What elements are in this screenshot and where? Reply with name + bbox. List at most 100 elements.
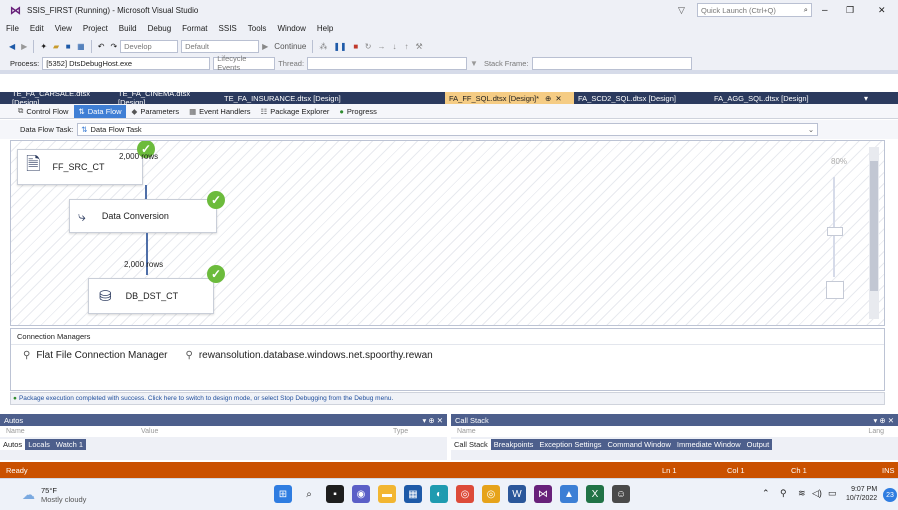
- menu-edit[interactable]: Edit: [30, 24, 44, 33]
- step-into-icon[interactable]: ↓: [388, 39, 400, 54]
- platform-dropdown[interactable]: Default: [181, 40, 260, 53]
- usb-icon[interactable]: ⚲: [780, 488, 787, 499]
- fit-to-window-icon[interactable]: [826, 281, 844, 299]
- data-flow-canvas[interactable]: 🗎 FF_SRC_CT ✓ 2,000 rows ⤷ Data Conversi…: [10, 140, 885, 326]
- tab-call-stack[interactable]: Call Stack: [451, 439, 491, 450]
- notification-badge[interactable]: 23: [883, 488, 897, 502]
- chrome-icon[interactable]: ◎: [456, 485, 474, 503]
- menu-help[interactable]: Help: [317, 24, 333, 33]
- pause-icon[interactable]: ❚❚: [330, 39, 349, 54]
- tab-package-explorer[interactable]: ☷ Package Explorer: [256, 105, 333, 118]
- process-dropdown[interactable]: [5352] DtsDebugHost.exe: [42, 56, 211, 70]
- forward-icon[interactable]: ▶: [18, 39, 30, 54]
- doc-tab-insurance[interactable]: TE_FA_INSURANCE.dtsx [Design]: [220, 92, 445, 104]
- tab-breakpoints[interactable]: Breakpoints: [490, 439, 537, 450]
- new-project-icon[interactable]: ✦: [37, 39, 50, 54]
- quick-launch-input[interactable]: Quick Launch (Ctrl+Q) ⌕: [697, 3, 812, 17]
- execution-status-bar[interactable]: ● Package execution completed with succe…: [10, 392, 885, 405]
- menu-project[interactable]: Project: [83, 24, 108, 33]
- word-icon[interactable]: W: [508, 485, 526, 503]
- menu-format[interactable]: Format: [182, 24, 207, 33]
- start-icon[interactable]: ⊞: [274, 485, 292, 503]
- tab-data-flow[interactable]: ⇅ Data Flow: [74, 104, 126, 118]
- minimize-button[interactable]: –: [822, 5, 828, 16]
- menu-ssis[interactable]: SSIS: [219, 24, 237, 33]
- doc-tab-scd2[interactable]: FA_SCD2_SQL.dtsx [Design]: [574, 92, 710, 104]
- chat-icon[interactable]: ◉: [352, 485, 370, 503]
- menu-debug[interactable]: Debug: [148, 24, 172, 33]
- tab-event-handlers[interactable]: ▦ Event Handlers: [185, 105, 254, 118]
- step-out-icon[interactable]: ↑: [400, 39, 412, 54]
- tab-watch1[interactable]: Watch 1: [52, 439, 87, 450]
- edge-icon[interactable]: ◐: [430, 485, 448, 503]
- menu-view[interactable]: View: [55, 24, 72, 33]
- lifecycle-events-dropdown[interactable]: Lifecycle Events: [213, 54, 276, 72]
- panel-controls-icon[interactable]: ▾ ⊕ ✕: [422, 416, 443, 425]
- tools-icon[interactable]: ⚒: [412, 39, 425, 54]
- search-icon[interactable]: ⌕: [300, 485, 318, 503]
- configuration-dropdown[interactable]: Develop: [120, 40, 179, 53]
- pin-icon[interactable]: ⊕: [545, 94, 551, 103]
- store-icon[interactable]: ▦: [404, 485, 422, 503]
- chevron-up-icon[interactable]: ⌃: [762, 488, 770, 499]
- doc-tab-carsale[interactable]: TE_FA_CARSALE.dtsx [Design]: [8, 89, 114, 107]
- tab-progress[interactable]: ● Progress: [335, 105, 381, 118]
- panel-controls-icon[interactable]: ▾ ⊕ ✕: [873, 416, 894, 425]
- tab-command-window[interactable]: Command Window: [604, 439, 674, 450]
- menu-tools[interactable]: Tools: [248, 24, 267, 33]
- open-icon[interactable]: ▰: [50, 39, 62, 54]
- tab-locals[interactable]: Locals: [25, 439, 53, 450]
- connection-flat-file[interactable]: Flat File Connection Manager: [36, 350, 167, 361]
- zoom-slider-thumb[interactable]: [827, 227, 843, 236]
- restart-icon[interactable]: ↻: [362, 39, 375, 54]
- visual-studio-icon[interactable]: ⋈: [534, 485, 552, 503]
- status-message[interactable]: Package execution completed with success…: [19, 395, 393, 402]
- filter-icon[interactable]: ▼: [467, 56, 481, 71]
- app-icon[interactable]: ☺: [612, 485, 630, 503]
- stack-frame-dropdown[interactable]: [531, 56, 692, 70]
- filter-icon[interactable]: ▽: [678, 5, 685, 16]
- vertical-scrollbar[interactable]: [869, 147, 879, 319]
- close-button[interactable]: ✕: [878, 5, 886, 16]
- wifi-icon[interactable]: ≋: [798, 488, 806, 499]
- battery-icon[interactable]: ▭: [828, 488, 837, 499]
- continue-button[interactable]: Continue: [271, 39, 309, 54]
- tab-immediate-window[interactable]: Immediate Window: [673, 439, 744, 450]
- photos-icon[interactable]: ▲: [560, 485, 578, 503]
- tab-parameters[interactable]: ◆ Parameters: [128, 105, 184, 118]
- tab-control-flow[interactable]: ⧉ Control Flow: [14, 105, 72, 118]
- redo-icon[interactable]: ↷: [107, 39, 120, 54]
- restore-button[interactable]: ❐: [846, 5, 854, 16]
- connection-database[interactable]: rewansolution.database.windows.net.spoor…: [199, 350, 433, 361]
- step-over-icon[interactable]: →: [374, 39, 388, 54]
- back-icon[interactable]: ◀: [6, 39, 18, 54]
- menu-file[interactable]: File: [6, 24, 19, 33]
- play-icon[interactable]: ▶: [259, 39, 271, 54]
- tab-output[interactable]: Output: [743, 439, 773, 450]
- doc-tab-agg[interactable]: FA_AGG_SQL.dtsx [Design]: [710, 92, 840, 104]
- chrome-canary-icon[interactable]: ◎: [482, 485, 500, 503]
- task-dropdown[interactable]: ⇅ Data Flow Task ⌄: [77, 123, 819, 136]
- breakpoint-icon[interactable]: ⁂: [316, 39, 330, 54]
- undo-icon[interactable]: ↶: [95, 39, 108, 54]
- save-all-icon[interactable]: ▦: [74, 39, 88, 54]
- save-icon[interactable]: ■: [62, 39, 74, 54]
- volume-icon[interactable]: ◁): [812, 488, 822, 499]
- node-data-conversion[interactable]: ⤷ Data Conversion: [69, 199, 217, 233]
- tab-overflow-icon[interactable]: ▾: [864, 94, 868, 103]
- doc-tab-ff-sql[interactable]: FA_FF_SQL.dtsx [Design]* ⊕ ✕: [445, 92, 574, 104]
- file-explorer-icon[interactable]: ▬: [378, 485, 396, 503]
- node-db-dst-ct[interactable]: ⛁ DB_DST_CT: [88, 278, 214, 314]
- stop-icon[interactable]: ■: [350, 39, 362, 54]
- tab-autos[interactable]: Autos: [0, 439, 26, 450]
- close-tab-icon[interactable]: ✕: [555, 94, 561, 103]
- weather-icon[interactable]: ☁: [22, 487, 35, 503]
- menu-build[interactable]: Build: [119, 24, 137, 33]
- menu-window[interactable]: Window: [277, 24, 305, 33]
- doc-tab-cinema[interactable]: TE_FA_CINEMA.dtsx [Design]: [114, 89, 220, 107]
- clock[interactable]: 9:07 PM 10/7/2022: [846, 485, 877, 503]
- thread-dropdown[interactable]: [307, 56, 468, 70]
- task-view-icon[interactable]: ▪: [326, 485, 344, 503]
- tab-exception-settings[interactable]: Exception Settings: [536, 439, 605, 450]
- excel-icon[interactable]: X: [586, 485, 604, 503]
